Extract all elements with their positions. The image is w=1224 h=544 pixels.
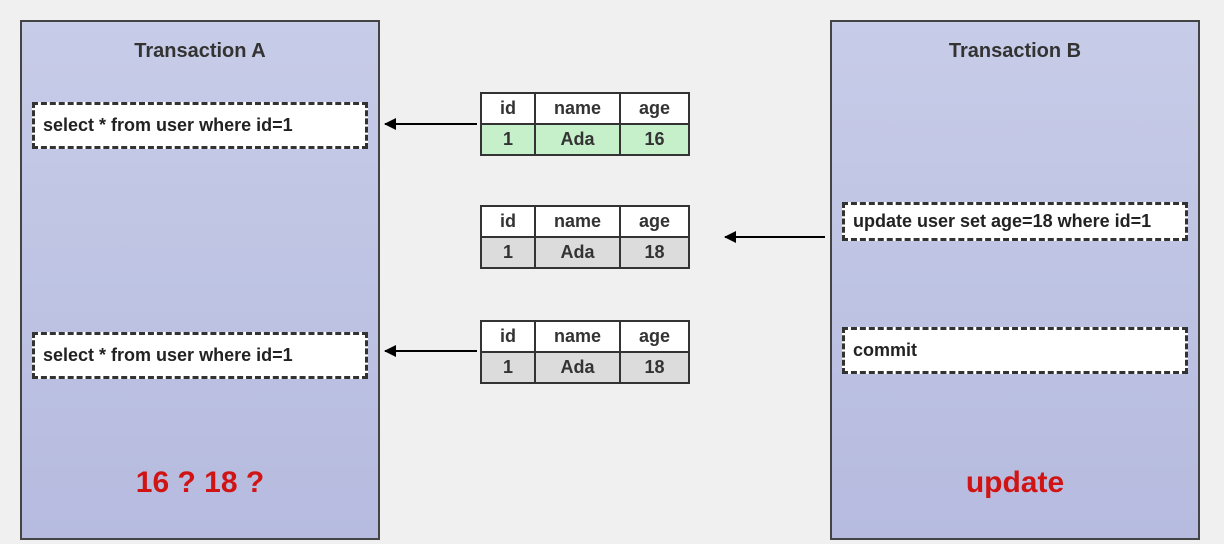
transaction-b-commit: commit [842, 327, 1188, 374]
table-header-row: id name age [481, 206, 689, 237]
arrow-head-icon [384, 118, 396, 130]
arrow-head-icon [384, 345, 396, 357]
transaction-a-panel: Transaction A select * from user where i… [20, 20, 380, 540]
cell-id: 1 [481, 237, 535, 268]
transaction-a-question: 16 ? 18 ? [22, 466, 378, 500]
cell-id: 1 [481, 124, 535, 155]
arrow-head-icon [724, 231, 736, 243]
transaction-b-panel: Transaction B update user set age=18 whe… [830, 20, 1200, 540]
col-name: name [535, 206, 620, 237]
transaction-a-title: Transaction A [22, 22, 378, 77]
transaction-b-update: update user set age=18 where id=1 [842, 202, 1188, 241]
cell-age: 18 [620, 352, 689, 383]
result-table-3: id name age 1 Ada 18 [480, 320, 690, 384]
col-name: name [535, 321, 620, 352]
arrow-b-to-table2 [725, 236, 825, 238]
transaction-a-query1: select * from user where id=1 [32, 102, 368, 149]
result-table-1: id name age 1 Ada 16 [480, 92, 690, 156]
cell-name: Ada [535, 237, 620, 268]
table-row: 1 Ada 18 [481, 352, 689, 383]
arrow-table3-to-a [385, 350, 477, 352]
table-row: 1 Ada 16 [481, 124, 689, 155]
cell-age: 18 [620, 237, 689, 268]
col-age: age [620, 206, 689, 237]
result-table-2: id name age 1 Ada 18 [480, 205, 690, 269]
table-header-row: id name age [481, 321, 689, 352]
col-age: age [620, 93, 689, 124]
table-row: 1 Ada 18 [481, 237, 689, 268]
cell-id: 1 [481, 352, 535, 383]
transaction-b-label: update [832, 466, 1198, 500]
cell-name: Ada [535, 124, 620, 155]
table-header-row: id name age [481, 93, 689, 124]
transaction-a-query2: select * from user where id=1 [32, 332, 368, 379]
col-id: id [481, 321, 535, 352]
col-id: id [481, 93, 535, 124]
col-age: age [620, 321, 689, 352]
col-id: id [481, 206, 535, 237]
arrow-table1-to-a [385, 123, 477, 125]
transaction-b-title: Transaction B [832, 22, 1198, 77]
cell-age: 16 [620, 124, 689, 155]
cell-name: Ada [535, 352, 620, 383]
col-name: name [535, 93, 620, 124]
